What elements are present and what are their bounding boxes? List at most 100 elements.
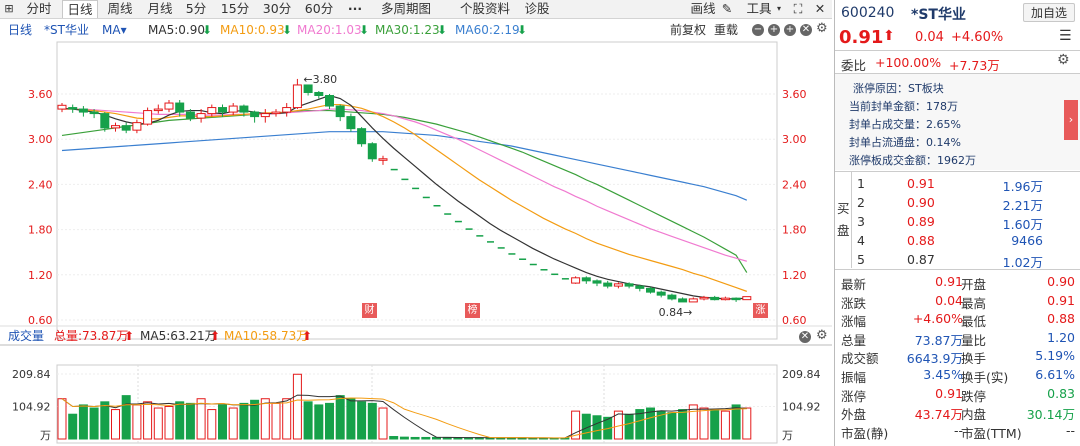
candle-body bbox=[78, 108, 88, 113]
bid-price: 0.87 bbox=[907, 252, 935, 267]
pen-icon[interactable]: ✎ bbox=[720, 0, 734, 18]
tab-zhouxian[interactable]: 周线 bbox=[102, 0, 138, 18]
stat-label: 总量 bbox=[841, 332, 867, 348]
candle-body bbox=[378, 158, 388, 161]
close-icon[interactable]: ✕ bbox=[812, 0, 828, 18]
volume-tick-left: 104.92 bbox=[12, 401, 51, 414]
volume-ma10: MA10:58.73万 bbox=[224, 329, 309, 343]
price-tick-right: 0.60 bbox=[782, 314, 807, 327]
stat-value: 6643.9万 bbox=[906, 351, 963, 367]
tab-30min[interactable]: 30分 bbox=[258, 0, 296, 18]
bid-level: 2 bbox=[857, 195, 865, 210]
gear-icon[interactable]: ⚙ bbox=[816, 328, 828, 343]
fullscreen-icon[interactable]: ⛶ bbox=[790, 0, 806, 18]
stat-value: +4.60% bbox=[912, 311, 963, 327]
candle-body bbox=[742, 296, 752, 301]
candle-body bbox=[68, 107, 78, 110]
volume-bar bbox=[132, 404, 142, 440]
menu-icon[interactable]: ☰ bbox=[1059, 28, 1072, 44]
tools-dropdown-icon[interactable]: ▾ bbox=[774, 0, 784, 18]
volume-bar bbox=[282, 398, 292, 440]
volume-bar bbox=[164, 405, 174, 440]
candle-body bbox=[100, 113, 110, 129]
ma60-line bbox=[61, 131, 748, 201]
candle-body bbox=[207, 107, 217, 115]
limit-turnover: 涨停板成交金额：1962万 bbox=[849, 154, 976, 167]
price-change: 0.04 bbox=[915, 30, 944, 45]
stat-label: 最新 bbox=[841, 277, 867, 292]
draw-line-button[interactable]: 画线 bbox=[688, 0, 718, 18]
bid-level: 1 bbox=[857, 176, 865, 191]
candle-body bbox=[250, 111, 260, 118]
bid-volume: 1.96万 bbox=[1002, 179, 1043, 194]
gear-icon[interactable]: ⚙ bbox=[1057, 52, 1070, 68]
tools-menu[interactable]: 工具 bbox=[744, 0, 774, 18]
ma20-line bbox=[62, 108, 747, 262]
candle-body bbox=[346, 116, 356, 130]
volume-bar bbox=[185, 402, 195, 440]
volume-bar bbox=[592, 415, 602, 440]
tab-15min[interactable]: 15分 bbox=[216, 0, 254, 18]
candle-body bbox=[143, 110, 153, 125]
bid-price: 0.88 bbox=[907, 233, 935, 248]
candle-body bbox=[688, 298, 698, 303]
bid-volume: 9466 bbox=[1011, 233, 1043, 248]
candle-body bbox=[581, 277, 591, 282]
kline-chart[interactable]: 3.60 3.60 3.00 3.00 2.40 2.40 1.80 1.80 1.20 1.20… bbox=[0, 20, 832, 446]
candle-body bbox=[282, 107, 292, 113]
candle-body bbox=[720, 297, 730, 301]
volume-bar bbox=[731, 404, 741, 440]
candle-body bbox=[465, 228, 473, 230]
more-icon[interactable]: ··· bbox=[342, 0, 368, 18]
candle-body bbox=[624, 283, 634, 287]
tab-diagnosis[interactable]: 诊股 bbox=[520, 0, 554, 18]
stat-value: 0.91 bbox=[1047, 292, 1075, 308]
volume-title[interactable]: 成交量 bbox=[8, 327, 44, 345]
tab-multi-period[interactable]: 多周期图 bbox=[372, 0, 440, 18]
candle-body bbox=[635, 285, 645, 289]
ranking-badge[interactable]: 榜 bbox=[465, 303, 480, 318]
price-tick-left: 3.00 bbox=[28, 133, 53, 146]
candle-body bbox=[132, 122, 142, 131]
candle-body bbox=[260, 113, 270, 118]
candle-body bbox=[412, 187, 420, 190]
quote-panel: 600240 *ST华业 加自选 0.91 ⬆ 0.04 +4.60% ☰ 委比… bbox=[834, 0, 1080, 446]
volume-bar bbox=[271, 402, 281, 440]
candle-body bbox=[731, 297, 741, 301]
tab-5min[interactable]: 5分 bbox=[180, 0, 212, 18]
stat-label: 最低 bbox=[961, 314, 987, 330]
candle-body bbox=[508, 253, 516, 255]
weibi-label: 委比 bbox=[841, 58, 867, 73]
volume-bar bbox=[292, 373, 302, 440]
tab-60min[interactable]: 60分 bbox=[300, 0, 338, 18]
volume-bar bbox=[57, 398, 67, 440]
candle-body bbox=[89, 111, 99, 115]
candle-body bbox=[656, 291, 666, 296]
tab-rixian[interactable]: 日线 bbox=[62, 0, 98, 18]
volume-bar bbox=[720, 410, 730, 440]
grid-icon[interactable]: ⊞ bbox=[2, 0, 16, 18]
tab-stock-info[interactable]: 个股资料 bbox=[454, 0, 516, 18]
stock-code: 600240 bbox=[841, 5, 895, 21]
finance-badge[interactable]: 财 bbox=[362, 303, 377, 318]
add-watchlist-button[interactable]: 加自选 bbox=[1023, 3, 1075, 22]
close-icon[interactable]: ✕ bbox=[799, 331, 811, 343]
expand-icon[interactable]: › bbox=[1064, 100, 1078, 140]
seal-amount: 当前封单金额：178万 bbox=[849, 100, 958, 113]
stat-value: 1.20 bbox=[1047, 329, 1075, 345]
stat-label: 外盘 bbox=[841, 407, 867, 423]
stat-value: 43.74万 bbox=[914, 407, 963, 423]
limit-up-badge[interactable]: 涨 bbox=[753, 303, 768, 318]
candle-body bbox=[401, 178, 409, 181]
volume-bar bbox=[325, 402, 334, 440]
volume-bar bbox=[175, 401, 185, 440]
tab-fenshi[interactable]: 分时 bbox=[20, 0, 58, 18]
price-change-pct: +4.60% bbox=[951, 30, 1004, 45]
stat-label: 涨跌 bbox=[841, 295, 867, 311]
ma30-line bbox=[61, 109, 748, 273]
stat-value: 0.91 bbox=[935, 385, 963, 401]
volume-bar bbox=[346, 398, 356, 440]
bid-level: 4 bbox=[857, 233, 865, 248]
stat-value: 0.83 bbox=[1047, 385, 1075, 401]
tab-yuexian[interactable]: 月线 bbox=[142, 0, 178, 18]
